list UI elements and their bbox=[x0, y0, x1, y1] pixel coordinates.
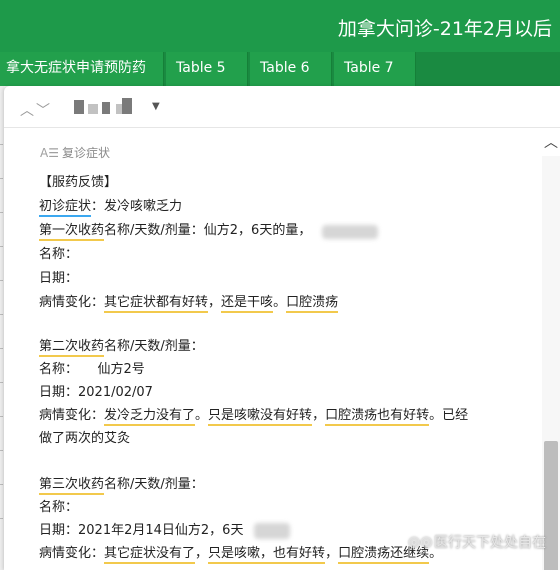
text-line: 名称： bbox=[39, 500, 79, 515]
tab-table-5[interactable]: Table 5 bbox=[166, 52, 248, 86]
wechat-logo-icon: ◎◎ bbox=[408, 534, 433, 550]
scrollbar-thumb[interactable] bbox=[544, 441, 558, 570]
record-nav: ︿ ﹀ bbox=[20, 100, 52, 120]
tab-table-6[interactable]: Table 6 bbox=[250, 52, 332, 86]
tab-bar: 拿大无症状申请预防药 Table 5 Table 6 Table 7 bbox=[0, 52, 560, 86]
watermark: ◎◎ 医行天下处处自在 bbox=[408, 534, 546, 551]
chevron-up-icon[interactable]: ︿ bbox=[20, 100, 36, 120]
tab-canada-asymptomatic[interactable]: 拿大无症状申请预防药 bbox=[0, 52, 164, 86]
text-line: 日期： bbox=[39, 271, 79, 286]
text-line: 初诊症状：发冷咳嗽乏力 bbox=[39, 197, 182, 217]
text-line: 第一次收药名称/天数/剂量：仙方2，6天的量， bbox=[39, 221, 311, 241]
chevron-down-icon[interactable]: ﹀ bbox=[36, 100, 52, 120]
dropdown-arrow-icon[interactable]: ▼ bbox=[152, 101, 160, 112]
redacted-blur bbox=[322, 225, 378, 239]
tab-table-7[interactable]: Table 7 bbox=[334, 52, 416, 86]
scroll-up-icon[interactable]: ︿ bbox=[542, 132, 560, 152]
field-label-followup: A☰ 复诊症状 bbox=[40, 145, 111, 161]
text-line: 病情变化：其它症状没有了，只是咳嗽，也有好转，口腔溃疡还继续。 bbox=[39, 544, 442, 564]
text-line: 日期：2021年2月14日仙方2，6天 bbox=[39, 523, 244, 538]
scrollbar[interactable] bbox=[542, 156, 560, 570]
app-header: 加拿大问诊-21年2月以后 bbox=[0, 0, 560, 52]
record-detail-panel: ︿ ﹀ ▼ ︿ A☰ 复诊症状 【服药反馈】 初诊症状：发冷咳嗽乏力 第一次收药… bbox=[4, 86, 560, 570]
text-field-icon: A☰ bbox=[40, 145, 59, 160]
text-line: 日期：2021/02/07 bbox=[39, 385, 153, 400]
text-line: 病情变化：其它症状都有好转，还是干咳。口腔溃疡 bbox=[39, 293, 339, 313]
text-line: 【服药反馈】 bbox=[39, 175, 118, 190]
panel-divider bbox=[4, 127, 560, 128]
text-line: 名称： 仙方2号 bbox=[39, 362, 145, 377]
redacted-blur bbox=[254, 523, 290, 539]
window-title: 加拿大问诊-21年2月以后 bbox=[337, 18, 552, 40]
text-line: 名称： bbox=[39, 247, 79, 262]
redacted-record-name bbox=[74, 100, 84, 114]
text-line: 做了两次的艾灸 bbox=[39, 431, 131, 446]
text-line: 病情变化：发冷乏力没有了。只是咳嗽没有好转，口腔溃疡也有好转。已经 bbox=[39, 406, 468, 426]
text-line: 第三次收药名称/天数/剂量： bbox=[39, 475, 204, 495]
text-line: 第二次收药名称/天数/剂量： bbox=[39, 337, 204, 357]
